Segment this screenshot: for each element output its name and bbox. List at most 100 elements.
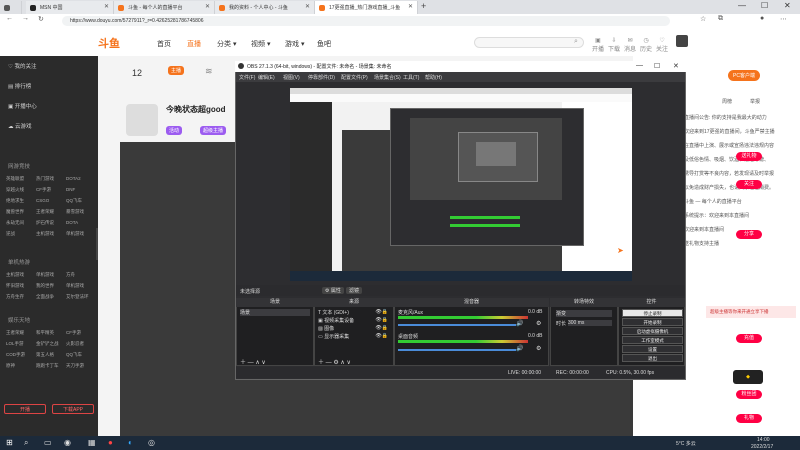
sidebar-category-link[interactable]: 英雄联盟 — [6, 176, 24, 182]
sidebar-category-link[interactable]: DNF — [66, 187, 75, 192]
close-icon[interactable]: ✕ — [104, 3, 109, 10]
sidebar-category-link[interactable]: QQ飞车 — [66, 198, 82, 204]
sidebar-category-link[interactable]: 金铲铲之战 — [36, 341, 59, 347]
sidebar-category-link[interactable]: 穿越火线 — [6, 187, 24, 193]
search-icon[interactable]: ⌕ — [574, 38, 578, 46]
sidebar-item-rank[interactable]: ▤ 排行榜 — [8, 82, 31, 90]
nav-live[interactable]: 直播 — [187, 39, 201, 49]
sidebar-category-link[interactable]: DOTA — [66, 220, 78, 225]
sidebar-item-broadcast[interactable]: ▣ 开播中心 — [8, 102, 37, 110]
sidebar-category-link[interactable]: 全面战争 — [36, 294, 54, 300]
obs-menu-item[interactable]: 帮助(H) — [425, 74, 442, 81]
maximize-button[interactable]: ☐ — [761, 1, 768, 10]
dock-toolbar-icons[interactable]: ＋ — ∧ ∨ — [240, 357, 266, 366]
sidebar-category-link[interactable]: 永劫无间 — [6, 220, 24, 226]
obs-control-button[interactable]: 退出 — [622, 354, 683, 362]
obs-menu-item[interactable]: 文件(F) — [239, 74, 255, 81]
tab-profile[interactable]: 我的资料 - 个人中心 - 斗鱼 ✕ — [215, 1, 315, 14]
obs-menu-item[interactable]: 工具(T) — [403, 74, 419, 81]
collections-icon[interactable]: ⧉ — [718, 15, 723, 23]
report-link[interactable]: 举报 — [750, 98, 760, 105]
sidebar-category-link[interactable]: CSGO — [36, 198, 49, 203]
visibility-lock-icon[interactable]: 👁🔒 — [375, 325, 388, 331]
sidebar-category-link[interactable]: 绝地求生 — [6, 198, 24, 204]
obs-control-button[interactable]: 启动虚拟摄像机 — [622, 327, 683, 335]
right-action-button[interactable]: 充值 — [736, 334, 762, 343]
streamer-avatar[interactable] — [126, 104, 158, 136]
obs-control-button[interactable]: 工作室模式 — [622, 336, 683, 344]
obs-control-button[interactable]: 设置 — [622, 345, 683, 353]
sidebar-category-link[interactable]: CF手游 — [36, 187, 51, 193]
sidebar-category-link[interactable]: 跑跑卡丁车 — [36, 363, 59, 369]
sidebar-category-link[interactable]: 和平精英 — [36, 330, 54, 336]
header-history-icon[interactable]: ◷ 历史 — [640, 37, 652, 53]
start-icon[interactable]: ⊞ — [6, 438, 13, 447]
sidebar-category-link[interactable]: 艾尔登法环 — [66, 294, 89, 300]
obs-control-button[interactable]: 开始录制 — [622, 318, 683, 326]
close-window-button[interactable]: ✕ — [784, 1, 791, 10]
obs-menu-item[interactable]: 视图(V) — [283, 74, 300, 81]
favorites-icon[interactable]: ☆ — [700, 15, 706, 23]
nav-category[interactable]: 分类 ▾ — [217, 39, 236, 49]
obs-taskbar-icon[interactable]: ◎ — [148, 438, 155, 447]
properties-button[interactable]: ⚙ 属性 — [322, 287, 344, 294]
obs-menu-item[interactable]: 停靠部件(D) — [308, 74, 335, 81]
sidebar-item-cloudgame[interactable]: ☁ 云游戏 — [8, 122, 32, 130]
steam-icon[interactable]: ◉ — [64, 438, 71, 447]
search-icon[interactable]: ⌕ — [24, 438, 28, 448]
back-icon[interactable]: ← — [6, 15, 13, 22]
transition-select[interactable]: 渐变 — [556, 310, 612, 317]
sidebar-category-link[interactable]: 天刀手游 — [66, 363, 84, 369]
visibility-lock-icon[interactable]: 👁🔒 — [375, 309, 388, 315]
reload-icon[interactable]: ↻ — [38, 15, 44, 23]
sidebar-category-link[interactable]: 火影忍者 — [66, 341, 84, 347]
rank-tab[interactable]: 周榜 — [722, 98, 732, 105]
right-action-button[interactable]: 关注 — [736, 180, 762, 189]
source-item[interactable]: ▨ 图像 👁🔒 — [318, 325, 390, 332]
source-item[interactable]: ▭ 显示器采集 👁🔒 — [318, 333, 390, 340]
obs-menu-item[interactable]: 配置文件(P) — [341, 74, 368, 81]
obs-menu-item[interactable]: 编辑(E) — [258, 74, 275, 81]
right-action-button[interactable]: 礼物 — [736, 414, 762, 423]
source-item[interactable]: ▣ 视频采集设备 👁🔒 — [318, 317, 390, 324]
dock-toolbar-icons[interactable]: ＋ — ⚙ ∧ ∨ — [318, 357, 351, 366]
app-icon[interactable]: ● — [108, 438, 113, 447]
duration-input[interactable]: 300 ms — [568, 320, 612, 326]
sidebar-category-link[interactable]: DOTA2 — [66, 176, 81, 181]
tab-msn[interactable]: MSN 中国 ✕ — [26, 1, 114, 14]
sidebar-category-link[interactable]: QQ飞车 — [66, 352, 82, 358]
sidebar-category-link[interactable]: 暴雪游戏 — [66, 209, 84, 215]
promo-banner[interactable]: 超级主播等你来开通立享下播 — [706, 306, 796, 318]
new-tab-button[interactable]: + — [421, 1, 426, 11]
speaker-icon[interactable]: 🔊 — [516, 345, 523, 352]
minimize-button[interactable]: — — [738, 1, 746, 10]
sidebar-category-link[interactable]: 主机游戏 — [36, 231, 54, 237]
more-icon[interactable]: ⋯ — [780, 15, 787, 23]
sidebar-download-button[interactable]: 下载APP — [52, 404, 94, 414]
header-message-icon[interactable]: ✉ 消息 — [624, 37, 636, 53]
sidebar-category-link[interactable]: 主机游戏 — [6, 272, 24, 278]
obs-control-button[interactable]: 停止录制 — [622, 309, 683, 317]
close-icon[interactable]: ✕ — [305, 3, 310, 10]
obs-maximize-button[interactable]: ☐ — [654, 62, 660, 70]
sidebar-category-link[interactable]: 方舟生存 — [6, 294, 24, 300]
right-action-button[interactable]: 分享 — [736, 230, 762, 239]
sidebar-category-link[interactable]: CF手游 — [66, 330, 81, 336]
sidebar-category-link[interactable]: 王者荣耀 — [36, 209, 54, 215]
obs-minimize-button[interactable]: — — [636, 62, 643, 69]
volume-slider[interactable] — [398, 324, 516, 326]
volume-slider[interactable] — [398, 349, 516, 351]
tab-douyu-home[interactable]: 斗鱼 - 每个人的直播平台 ✕ — [114, 1, 215, 14]
url-input[interactable]: https://www.douyu.com/5727911?_r=0.42625… — [62, 16, 670, 26]
gear-icon[interactable]: ⚙ — [536, 345, 541, 352]
sidebar-category-link[interactable]: 魔兽世界 — [6, 209, 24, 215]
browser-menu[interactable] — [0, 1, 22, 14]
obs-menu-item[interactable]: 场景集合(S) — [374, 74, 401, 81]
header-download-icon[interactable]: ⇩ 下载 — [608, 37, 620, 53]
nav-fishbar[interactable]: 鱼吧 — [317, 39, 331, 49]
search-input[interactable] — [474, 37, 584, 48]
scene-item[interactable]: 场景 — [240, 309, 310, 316]
pc-client-button[interactable]: PC客户端 — [728, 70, 760, 81]
sidebar-category-link[interactable]: 单机游戏 — [36, 272, 54, 278]
explorer-icon[interactable]: ▦ — [88, 438, 96, 447]
